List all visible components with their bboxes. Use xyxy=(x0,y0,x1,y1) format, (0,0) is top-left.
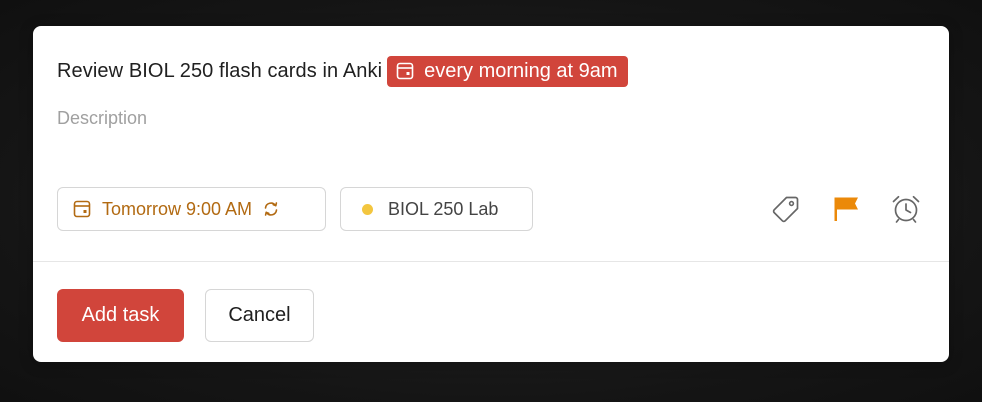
task-title-text: Review BIOL 250 flash cards in Anki xyxy=(57,59,383,82)
task-title-field[interactable]: Review BIOL 250 flash cards in Anki ever… xyxy=(57,55,628,87)
repeat-icon xyxy=(261,199,281,219)
calendar-icon xyxy=(395,61,415,81)
recurrence-highlight[interactable]: every morning at 9am xyxy=(387,55,628,87)
due-date-chip[interactable]: Tomorrow 9:00 AM xyxy=(57,187,326,231)
cancel-button[interactable]: Cancel xyxy=(205,289,314,342)
alarm-clock-icon[interactable] xyxy=(889,192,923,226)
quick-add-task-dialog: Review BIOL 250 flash cards in Anki ever… xyxy=(33,26,949,362)
project-label: BIOL 250 Lab xyxy=(388,198,499,219)
due-date-label: Tomorrow 9:00 AM xyxy=(102,198,253,219)
calendar-icon xyxy=(72,199,92,219)
description-input[interactable]: Description xyxy=(57,108,147,129)
project-color-dot xyxy=(362,203,373,215)
flag-icon[interactable] xyxy=(829,192,863,226)
recurrence-label: every morning at 9am xyxy=(424,59,618,82)
tag-icon[interactable] xyxy=(769,192,803,226)
project-chip[interactable]: BIOL 250 Lab xyxy=(340,187,533,231)
footer-divider xyxy=(33,261,949,262)
add-task-button[interactable]: Add task xyxy=(57,289,184,342)
task-action-icons xyxy=(743,192,923,226)
task-attribute-chips: Tomorrow 9:00 AM BIOL 250 Lab xyxy=(57,187,533,231)
dialog-footer: Add task Cancel xyxy=(57,289,314,342)
